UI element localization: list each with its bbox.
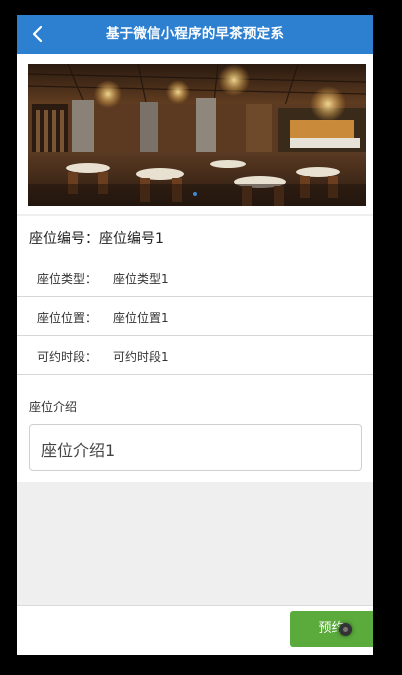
page-title: 基于微信小程序的早茶预定系 [105, 26, 285, 42]
booking-slot-label: 可约时段： [37, 350, 98, 364]
phone-screen: 基于微信小程序的早茶预定系 座位编号：座位编号1 座位类型： 座位类型1 座位位… [17, 15, 373, 655]
book-button[interactable]: 预约 [290, 611, 373, 647]
restaurant-photo [28, 64, 366, 206]
booking-slot-value: 可约时段1 [113, 350, 169, 364]
floating-assist-icon[interactable] [339, 623, 352, 636]
top-navbar: 基于微信小程序的早茶预定系 [17, 15, 373, 54]
seat-location-label: 座位位置： [37, 311, 98, 325]
seat-intro-label: 座位介绍 [29, 400, 78, 414]
booking-slot-row: 可约时段： 可约时段1 [17, 336, 373, 375]
seat-info-panel: 座位编号：座位编号1 座位类型： 座位类型1 座位位置： 座位位置1 可约时段：… [17, 216, 373, 482]
seat-type-value: 座位类型1 [113, 272, 169, 286]
seat-type-row: 座位类型： 座位类型1 [17, 258, 373, 297]
seat-intro-box: 座位介绍1 [29, 424, 362, 471]
bottom-action-bar: 预约 [17, 605, 373, 655]
seat-location-value: 座位位置1 [113, 311, 169, 325]
seat-location-row: 座位位置： 座位位置1 [17, 297, 373, 336]
seat-type-label: 座位类型： [37, 272, 98, 286]
seat-number: 座位编号：座位编号1 [29, 231, 164, 247]
seat-intro-text: 座位介绍1 [41, 441, 116, 460]
